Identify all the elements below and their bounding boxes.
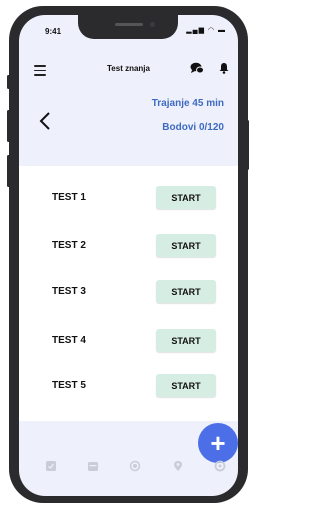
wifi-icon: ◠ bbox=[207, 27, 216, 34]
chat-icon[interactable] bbox=[190, 62, 204, 74]
bottom-nav bbox=[19, 460, 238, 478]
app-screen: 9:41 ▂▄▆ ◠ ▬ Test znanja Trajanje 45 min… bbox=[19, 15, 238, 496]
points-label: Bodovi 0/120 bbox=[162, 122, 224, 133]
phone-side-button bbox=[7, 75, 10, 89]
test-list: TEST 1 START TEST 2 START TEST 3 START T… bbox=[19, 166, 238, 421]
list-item: TEST 1 START bbox=[19, 186, 238, 210]
phone-volume-down bbox=[7, 155, 10, 187]
camera bbox=[150, 22, 155, 27]
settings-icon[interactable] bbox=[214, 460, 226, 472]
start-button[interactable]: START bbox=[156, 329, 216, 352]
back-arrow-icon[interactable] bbox=[38, 111, 52, 131]
start-button[interactable]: START bbox=[156, 280, 216, 303]
speaker bbox=[115, 23, 143, 26]
signal-icon: ▂▄▆ bbox=[186, 27, 205, 34]
calendar-icon[interactable] bbox=[87, 460, 99, 472]
add-button[interactable]: + bbox=[198, 423, 238, 463]
list-item: TEST 5 START bbox=[19, 374, 238, 398]
start-button[interactable]: START bbox=[156, 374, 216, 397]
list-item: TEST 2 START bbox=[19, 234, 238, 258]
notch bbox=[78, 15, 178, 39]
bell-icon[interactable] bbox=[218, 62, 230, 74]
duration-label: Trajanje 45 min bbox=[151, 98, 224, 109]
location-icon[interactable] bbox=[172, 460, 184, 472]
page-title: Test znanja bbox=[107, 64, 150, 73]
test-label: TEST 4 bbox=[52, 335, 86, 346]
test-label: TEST 1 bbox=[52, 192, 86, 203]
test-label: TEST 2 bbox=[52, 240, 86, 251]
list-item: TEST 4 START bbox=[19, 329, 238, 353]
start-button[interactable]: START bbox=[156, 234, 216, 257]
status-icons: ▂▄▆ ◠ ▬ bbox=[186, 26, 226, 34]
test-label: TEST 3 bbox=[52, 286, 86, 297]
circle-icon[interactable] bbox=[129, 460, 141, 472]
battery-icon: ▬ bbox=[218, 27, 226, 34]
list-item: TEST 3 START bbox=[19, 280, 238, 304]
status-time: 9:41 bbox=[45, 27, 62, 36]
test-label: TEST 5 bbox=[52, 380, 86, 391]
phone-power-button bbox=[246, 120, 249, 170]
home-icon[interactable] bbox=[45, 460, 57, 472]
start-button[interactable]: START bbox=[156, 186, 216, 209]
phone-volume-up bbox=[7, 110, 10, 142]
